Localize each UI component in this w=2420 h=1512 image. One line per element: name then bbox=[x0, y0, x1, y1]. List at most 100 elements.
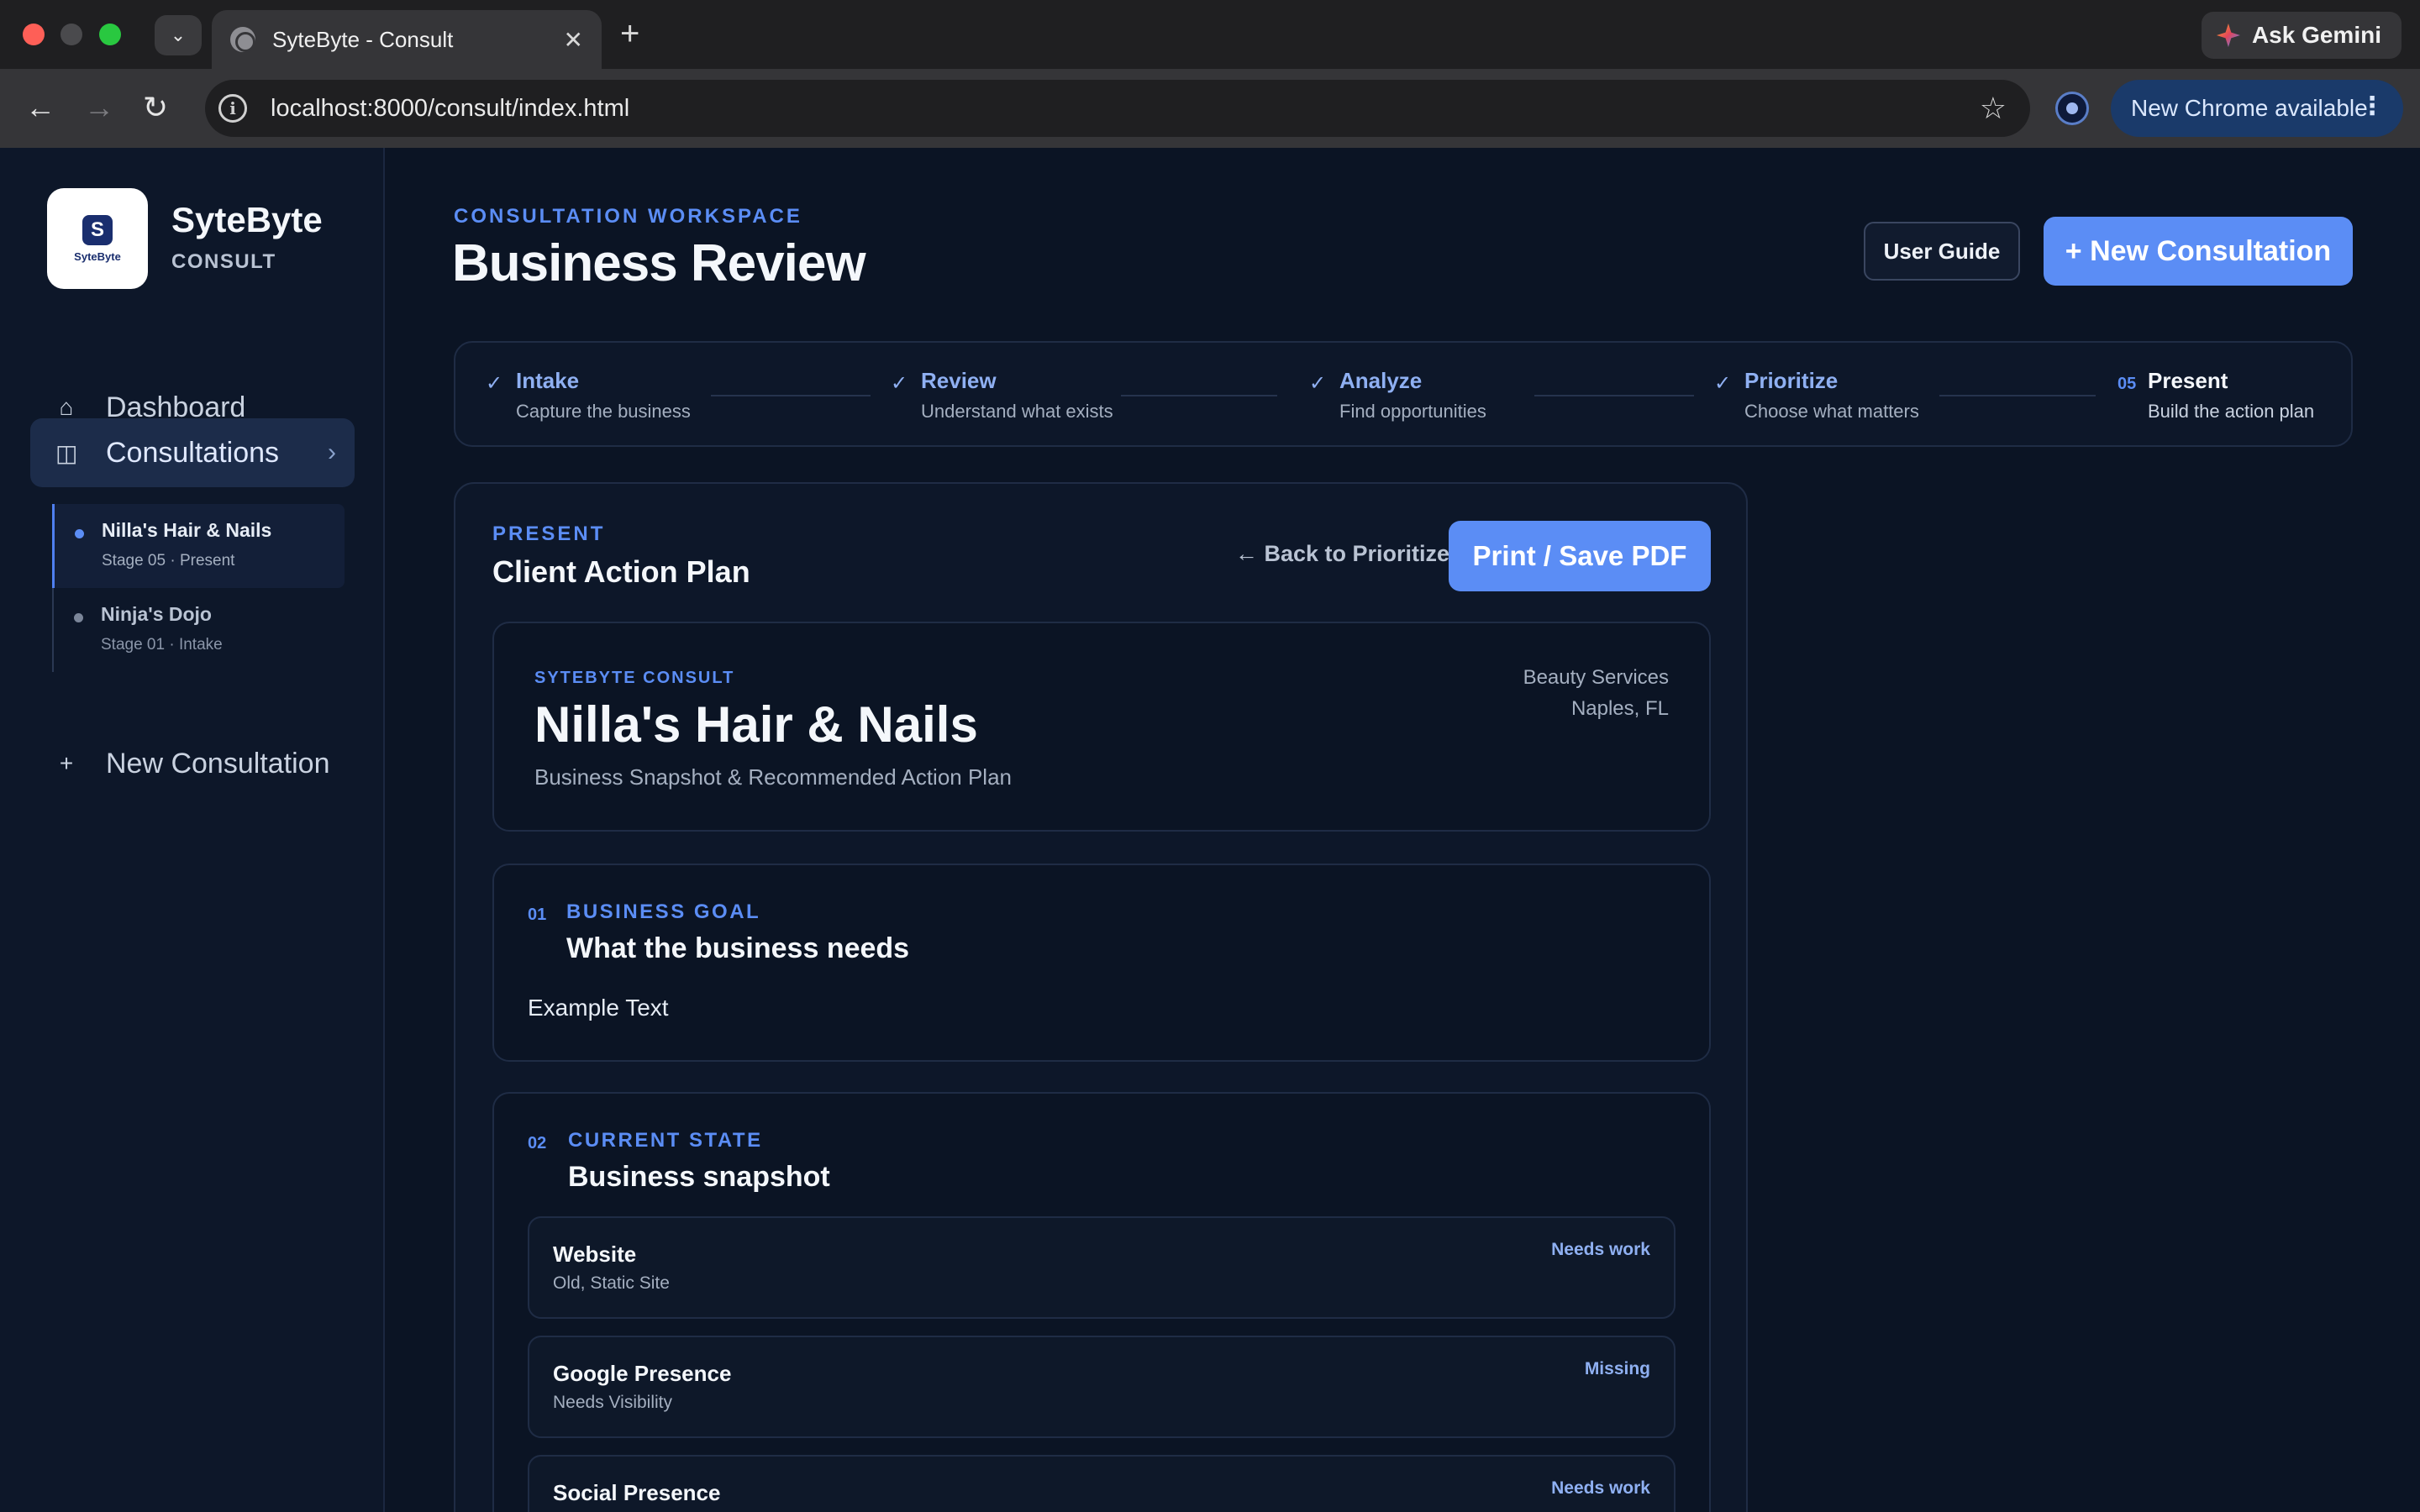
minimize-window-button[interactable] bbox=[60, 24, 82, 45]
close-window-button[interactable] bbox=[23, 24, 45, 45]
maximize-window-button[interactable] bbox=[99, 24, 121, 45]
tab-search-chevron-down-icon[interactable]: ⌄ bbox=[155, 15, 202, 55]
step-present[interactable]: 05 Present Build the action plan bbox=[2118, 368, 2314, 423]
business-meta: Beauty Services Naples, FL bbox=[1523, 662, 1669, 724]
snapshot-description: Old, Static Site bbox=[553, 1273, 670, 1293]
extension-icon[interactable] bbox=[2055, 92, 2089, 125]
step-label: Review bbox=[921, 368, 997, 393]
inactive-dot-icon bbox=[74, 613, 83, 622]
step-description: Choose what matters bbox=[1744, 401, 1919, 422]
section-title: What the business needs bbox=[566, 932, 910, 964]
back-arrow-icon[interactable]: ← bbox=[25, 91, 55, 124]
section-number: 01 bbox=[528, 906, 547, 924]
business-location: Naples, FL bbox=[1570, 697, 1669, 720]
sidebar-item-consultations[interactable]: ◫ Consultations › bbox=[30, 418, 355, 487]
back-to-prioritize-link[interactable]: ← Back to Prioritize bbox=[1235, 541, 1449, 567]
status-badge: Needs work bbox=[1551, 1478, 1650, 1498]
sidebar-item-label: Consultations bbox=[106, 436, 280, 469]
new-consultation-button[interactable]: + New Consultation bbox=[2044, 217, 2353, 286]
page-title: Business Review bbox=[452, 234, 866, 292]
chrome-update-button[interactable]: New Chrome available ⋮ bbox=[2111, 80, 2403, 137]
gemini-sparkle-icon bbox=[2216, 24, 2240, 47]
snapshot-item-social-presence: Social Presence Needs work bbox=[528, 1455, 1676, 1512]
forward-arrow-icon[interactable]: → bbox=[84, 91, 114, 124]
status-badge: Needs work bbox=[1551, 1240, 1650, 1259]
workflow-stepper: ✓ Intake Capture the business ✓ Review U… bbox=[454, 341, 2353, 447]
step-label: Analyze bbox=[1339, 368, 1423, 393]
step-prioritize[interactable]: ✓ Prioritize Choose what matters bbox=[1714, 368, 1919, 423]
consultation-list: Nilla's Hair & Nails Stage 05 · Present … bbox=[52, 504, 345, 672]
step-analyze[interactable]: ✓ Analyze Find opportunities bbox=[1309, 368, 1486, 423]
step-description: Build the action plan bbox=[2148, 401, 2315, 422]
browser-tab-strip: ⌄ SyteByte - Consult ✕ + Ask Gemini bbox=[0, 0, 2420, 69]
logo-mark-icon: S bbox=[82, 214, 113, 245]
checkmark-icon: ✓ bbox=[1309, 372, 1327, 395]
report-cover: SYTEBYTE CONSULT Nilla's Hair & Nails Bu… bbox=[492, 622, 1711, 832]
new-tab-plus-icon[interactable]: + bbox=[620, 17, 639, 50]
plan-eyebrow: PRESENT bbox=[492, 522, 606, 545]
brand-name: SyteByte bbox=[171, 200, 323, 239]
step-description: Capture the business bbox=[516, 401, 691, 422]
consultation-name: Nilla's Hair & Nails bbox=[102, 519, 272, 541]
active-dot-icon bbox=[75, 529, 84, 538]
business-name: Nilla's Hair & Nails bbox=[534, 696, 978, 753]
user-guide-button[interactable]: User Guide bbox=[1864, 222, 2020, 281]
checkmark-icon: ✓ bbox=[486, 372, 503, 395]
url-text[interactable]: localhost:8000/consult/index.html bbox=[271, 95, 1980, 123]
step-label: Intake bbox=[516, 368, 580, 393]
snapshot-item-google-presence: Google Presence Needs Visibility Missing bbox=[528, 1336, 1676, 1438]
sidebar: S SyteByte SyteByte CONSULT ⌂ Dashboard … bbox=[0, 148, 385, 1512]
address-bar[interactable]: i localhost:8000/consult/index.html ☆ bbox=[205, 80, 2030, 137]
step-number: 05 bbox=[2118, 375, 2137, 393]
status-badge: Missing bbox=[1584, 1359, 1650, 1378]
ask-gemini-button[interactable]: Ask Gemini bbox=[2201, 12, 2402, 59]
step-description: Understand what exists bbox=[921, 401, 1113, 422]
ask-gemini-label: Ask Gemini bbox=[2251, 22, 2381, 48]
home-icon: ⌂ bbox=[59, 394, 74, 420]
reload-icon[interactable]: ↻ bbox=[143, 91, 168, 124]
print-save-pdf-button[interactable]: Print / Save PDF bbox=[1449, 521, 1711, 591]
site-info-icon[interactable]: i bbox=[218, 94, 247, 123]
consultation-item-ninjas[interactable]: Ninja's Dojo Stage 01 · Intake bbox=[54, 588, 345, 672]
step-connector bbox=[1534, 395, 1694, 396]
chevron-right-icon: › bbox=[328, 438, 336, 466]
bookmark-star-icon[interactable]: ☆ bbox=[1980, 91, 2007, 126]
snapshot-name: Google Presence bbox=[553, 1361, 732, 1386]
consultation-name: Ninja's Dojo bbox=[101, 603, 212, 625]
brand-subtitle: CONSULT bbox=[171, 250, 276, 273]
snapshot-item-website: Website Old, Static Site Needs work bbox=[528, 1216, 1676, 1319]
section-title: Business snapshot bbox=[568, 1161, 830, 1193]
plus-icon: + bbox=[59, 750, 74, 776]
section-number: 02 bbox=[528, 1134, 547, 1152]
business-industry: Beauty Services bbox=[1523, 666, 1669, 689]
globe-icon bbox=[230, 27, 255, 52]
cover-eyebrow: SYTEBYTE CONSULT bbox=[534, 669, 735, 687]
step-connector bbox=[1121, 395, 1277, 396]
step-review[interactable]: ✓ Review Understand what exists bbox=[891, 368, 1113, 423]
tab-title: SyteByte - Consult bbox=[272, 26, 454, 52]
snapshot-name: Website bbox=[553, 1242, 637, 1267]
step-description: Find opportunities bbox=[1339, 401, 1486, 422]
client-action-plan-card: PRESENT Client Action Plan ← Back to Pri… bbox=[454, 482, 1748, 1512]
more-vertical-icon[interactable]: ⋮ bbox=[2360, 92, 2385, 121]
business-goal-section: 01 BUSINESS GOAL What the business needs… bbox=[492, 864, 1711, 1062]
step-intake[interactable]: ✓ Intake Capture the business bbox=[486, 368, 691, 423]
section-body: Example Text bbox=[528, 995, 669, 1021]
logo-text: SyteByte bbox=[74, 249, 121, 263]
workspace-eyebrow: CONSULTATION WORKSPACE bbox=[454, 205, 802, 228]
browser-tab[interactable]: SyteByte - Consult ✕ bbox=[212, 10, 602, 69]
sidebar-item-label: New Consultation bbox=[106, 747, 330, 780]
plan-title: Client Action Plan bbox=[492, 554, 750, 589]
snapshot-name: Social Presence bbox=[553, 1480, 721, 1505]
close-icon[interactable]: ✕ bbox=[564, 26, 583, 54]
step-connector bbox=[711, 395, 871, 396]
app-logo[interactable]: S SyteByte bbox=[47, 188, 148, 289]
chrome-update-label: New Chrome available bbox=[2131, 95, 2368, 121]
sidebar-item-new-consultation[interactable]: + New Consultation bbox=[30, 729, 355, 798]
checkmark-icon: ✓ bbox=[891, 372, 908, 395]
snapshot-description: Needs Visibility bbox=[553, 1393, 673, 1412]
browser-toolbar: ← → ↻ i localhost:8000/consult/index.htm… bbox=[0, 69, 2420, 148]
consultation-item-nillas[interactable]: Nilla's Hair & Nails Stage 05 · Present bbox=[52, 504, 345, 588]
section-eyebrow: BUSINESS GOAL bbox=[566, 900, 761, 923]
step-label: Prioritize bbox=[1744, 368, 1839, 393]
